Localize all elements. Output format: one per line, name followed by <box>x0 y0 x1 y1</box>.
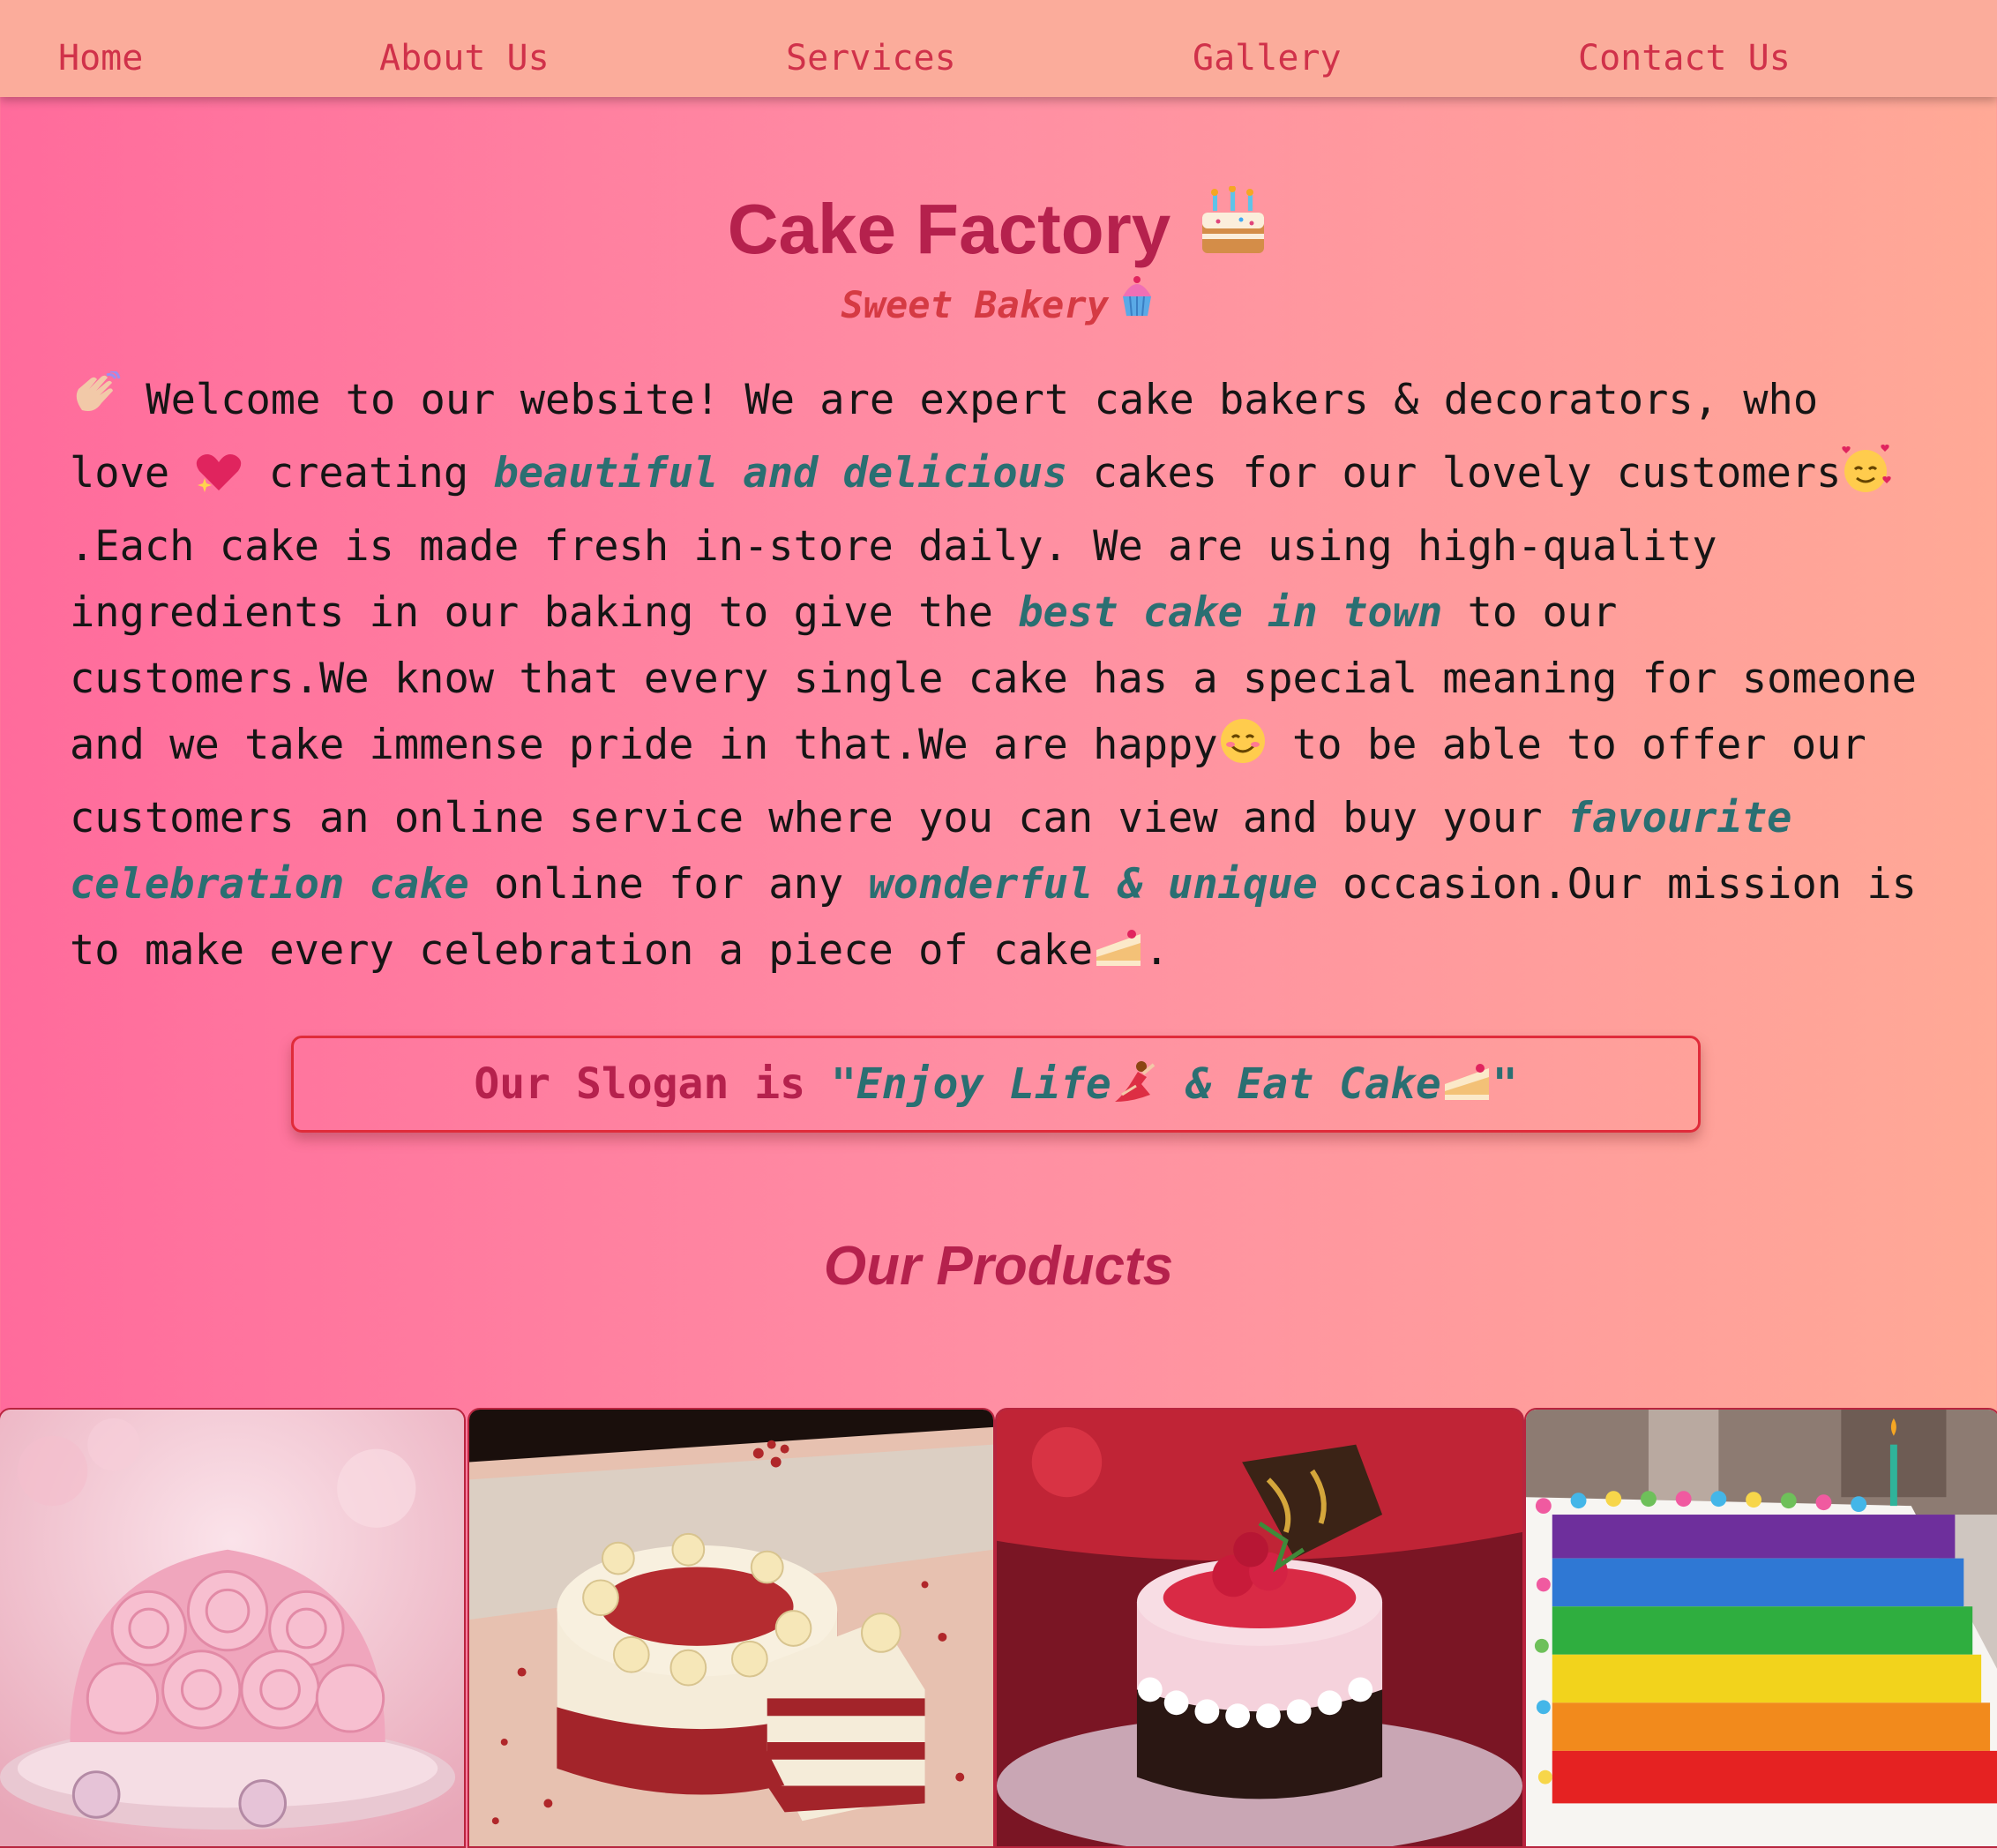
smiling-face-icon <box>1218 716 1268 785</box>
intro-text-7: online for any <box>468 860 869 909</box>
waving-hand-icon <box>70 370 121 440</box>
birthday-cake-icon <box>1197 184 1269 283</box>
product-gallery <box>0 1408 1997 1848</box>
slogan-prefix: Our Slogan is <box>474 1059 831 1109</box>
cake-slice-icon <box>1093 924 1144 991</box>
intro-text-3: cakes for our lovely customers <box>1067 449 1842 498</box>
page-title-text: Cake Factory <box>727 190 1171 268</box>
slogan-quote: "Enjoy Life & Eat Cake " <box>831 1059 1518 1109</box>
highlight-beautiful: beautiful and delicious <box>493 449 1068 498</box>
cake-slice-icon <box>1441 1045 1492 1137</box>
intro-paragraph: Welcome to our website! We are expert ca… <box>70 367 1940 991</box>
top-navbar: Home About Us Services Gallery Contact U… <box>0 0 1997 97</box>
product-card-red-velvet[interactable] <box>467 1408 995 1848</box>
raspberry-mousse-cake-image <box>997 1410 1522 1846</box>
slogan-quote-open: "Enjoy Life <box>830 1059 1111 1109</box>
product-card-pink-rose[interactable] <box>0 1408 466 1848</box>
product-card-rainbow[interactable] <box>1524 1408 1997 1848</box>
red-velvet-cake-image <box>469 1410 993 1846</box>
slogan-box: Our Slogan is "Enjoy Life & Eat Cake " <box>291 1036 1701 1133</box>
products-heading: Our Products <box>823 1236 1174 1297</box>
rainbow-cake-image <box>1526 1410 1997 1846</box>
nav-home-link[interactable]: Home <box>58 0 143 97</box>
slogan-quote-mid: & Eat Cake <box>1160 1059 1441 1109</box>
subtitle-text: Sweet Bakery <box>841 283 1109 326</box>
nav-services-link[interactable]: Services <box>786 0 956 97</box>
nav-contact-link[interactable]: Contact Us <box>1578 0 1791 97</box>
slogan-quote-close: " <box>1492 1059 1518 1109</box>
highlight-best-cake: best cake in town <box>1018 588 1443 637</box>
subtitle-block: Sweet Bakery <box>0 275 1997 326</box>
intro-text-9: . <box>1144 926 1170 975</box>
title-block: Cake Factory <box>0 181 1997 283</box>
cupcake-icon <box>1109 276 1156 321</box>
page-title: Cake Factory <box>0 181 1997 283</box>
intro-text-2: creating <box>243 449 494 498</box>
pink-rose-cake-image <box>0 1410 464 1846</box>
product-card-raspberry-mousse[interactable] <box>995 1408 1524 1848</box>
dancer-icon <box>1111 1045 1161 1137</box>
sparkling-heart-icon <box>194 447 243 513</box>
nav-gallery-link[interactable]: Gallery <box>1193 0 1342 97</box>
highlight-wonderful: wonderful & unique <box>868 860 1318 909</box>
smiling-face-hearts-icon <box>1841 445 1892 513</box>
nav-about-link[interactable]: About Us <box>379 0 550 97</box>
